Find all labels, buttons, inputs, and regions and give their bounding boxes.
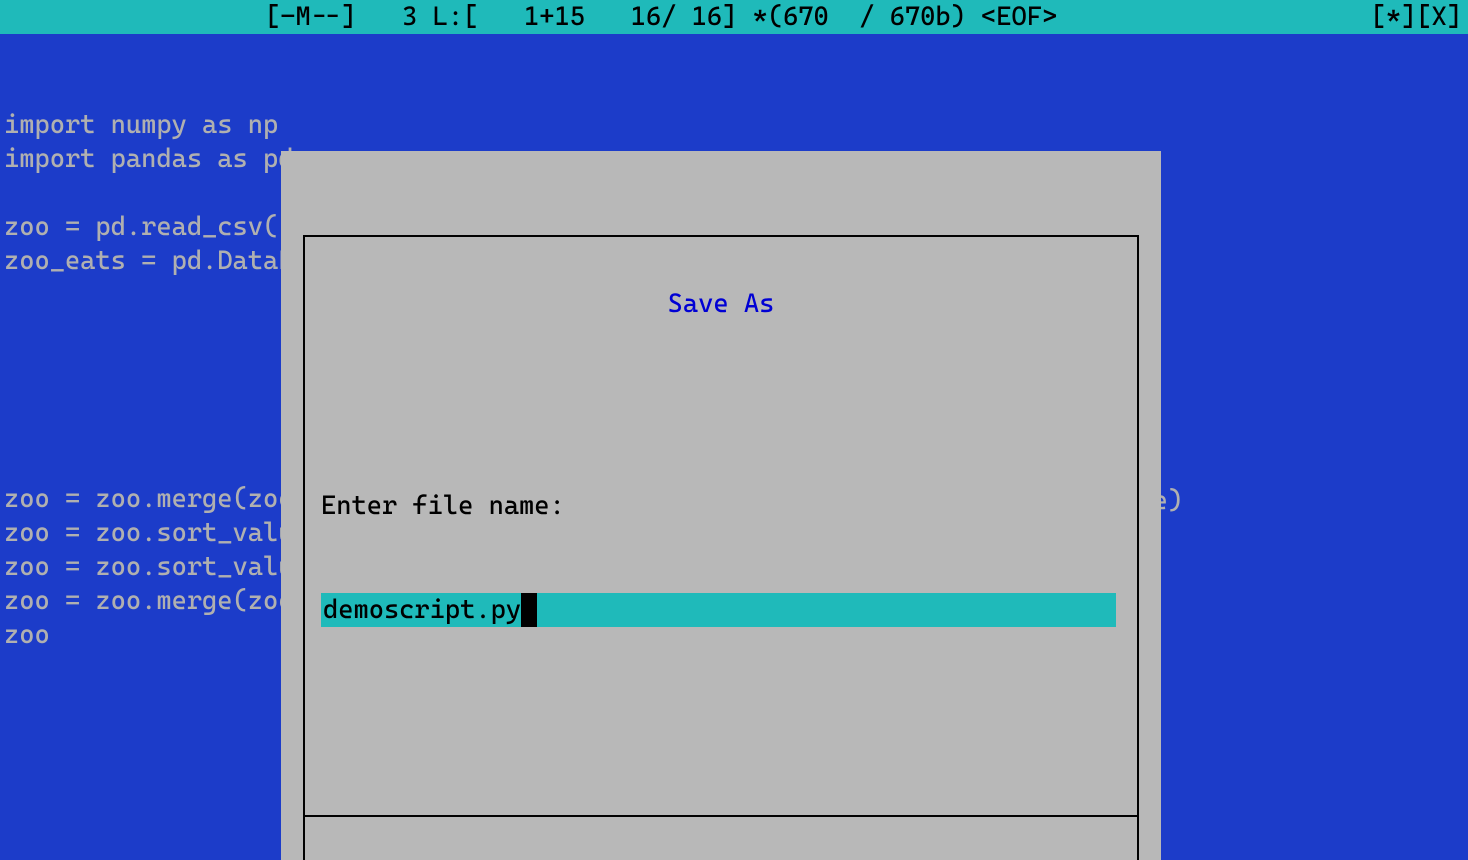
save-as-dialog: Save As Enter file name: demoscript.py C…: [281, 151, 1161, 860]
filename-prompt: Enter file name:: [321, 489, 1121, 523]
filename-value: demoscript.py: [321, 595, 521, 625]
editor-area[interactable]: import numpy as np import pandas as pd z…: [0, 34, 1468, 860]
dialog-frame: Save As Enter file name: demoscript.py C…: [303, 235, 1139, 860]
status-text: [-M--] 3 L:[ 1+15 16/ 16] *(670 / 670b) …: [0, 0, 1057, 34]
text-cursor: [521, 593, 537, 627]
filename-input[interactable]: demoscript.py: [321, 593, 1116, 627]
dialog-title: Save As: [640, 287, 801, 321]
filename-section: Enter file name: demoscript.py: [305, 407, 1137, 713]
linebreak-section: Change line breaks to: (*) Do not change…: [305, 815, 1137, 860]
top-status-bar: [-M--] 3 L:[ 1+15 16/ 16] *(670 / 670b) …: [0, 0, 1468, 34]
editor-screen: [-M--] 3 L:[ 1+15 16/ 16] *(670 / 670b) …: [0, 0, 1468, 860]
status-right[interactable]: [*][X]: [1371, 0, 1468, 34]
